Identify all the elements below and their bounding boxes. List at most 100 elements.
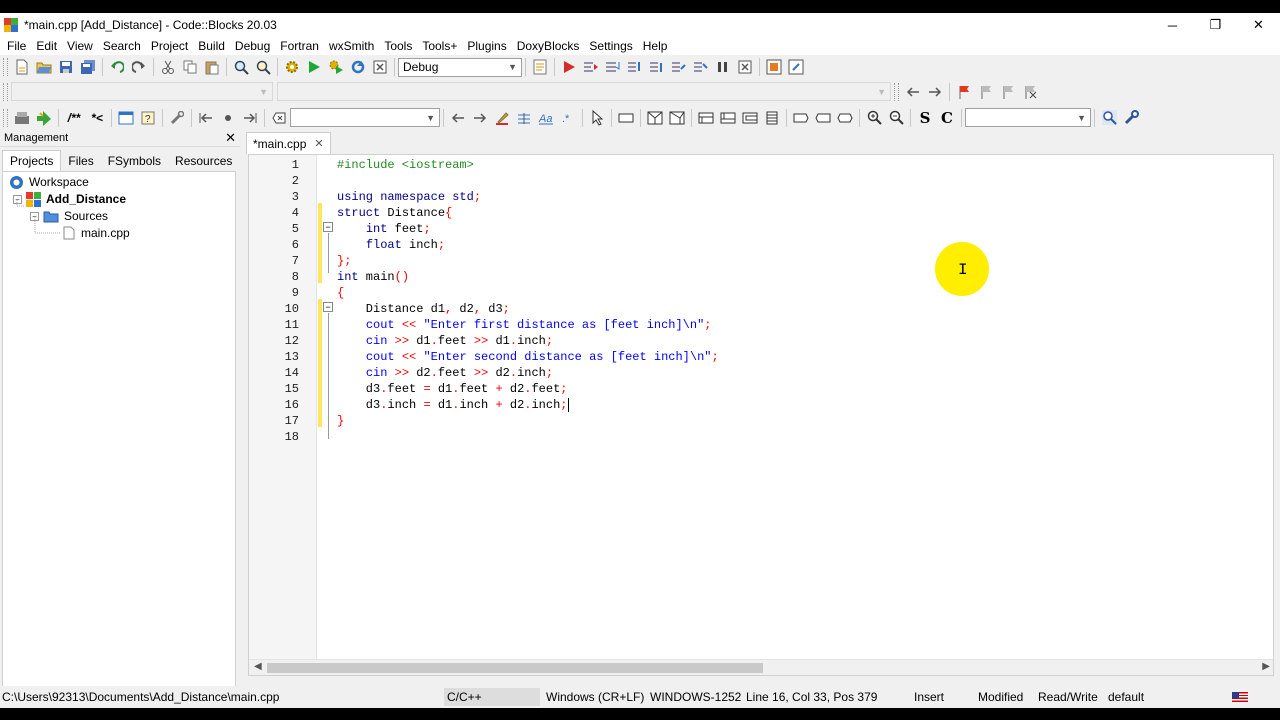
code-line[interactable]: 13 cout << "Enter second distance as [fe… [249, 349, 1273, 365]
nassi-return-icon[interactable] [835, 108, 855, 128]
code-area[interactable]: 1 #include <iostream> 2 3 using namespace st… [249, 155, 1273, 661]
wrench-icon[interactable] [1121, 108, 1141, 128]
extract-documentation-icon[interactable] [34, 108, 54, 128]
clear-bookmarks-icon[interactable] [1020, 82, 1040, 102]
code-editor[interactable]: 1 #include <iostream> 2 3 using namespace st… [248, 154, 1274, 676]
scroll-right-icon[interactable]: ▶ [1262, 661, 1270, 672]
menu-fortran[interactable]: Fortran [275, 39, 324, 53]
code-line[interactable]: 1 #include <iostream> [249, 157, 1273, 173]
paste-icon[interactable] [202, 57, 222, 77]
menu-settings[interactable]: Settings [584, 39, 637, 53]
code-line[interactable]: 16 d3.inch = d1.inch + d2.inch; [249, 397, 1273, 413]
toggle-source-button[interactable]: S [915, 108, 935, 128]
tab-files[interactable]: Files [61, 151, 100, 171]
run-html-icon[interactable] [116, 108, 136, 128]
next-instruction-icon[interactable] [669, 57, 689, 77]
zoom-out-icon[interactable] [886, 108, 906, 128]
symbol-search-input[interactable]: ▼ [965, 108, 1091, 127]
previous-bookmark-icon[interactable] [976, 82, 996, 102]
code-line[interactable]: 7}; [249, 253, 1273, 269]
toggle-comment-button[interactable]: C [937, 108, 957, 128]
close-button[interactable]: ✕ [1237, 13, 1280, 37]
code-line[interactable]: 9{ [249, 285, 1273, 301]
nassi-continue-icon[interactable] [813, 108, 833, 128]
toolbar-grip[interactable] [894, 82, 899, 101]
find-icon[interactable] [231, 57, 251, 77]
search-next-icon[interactable] [470, 108, 490, 128]
code-line[interactable]: 12 cin >> d1.feet >> d1.inch; [249, 333, 1273, 349]
nassi-switch-icon[interactable] [667, 108, 687, 128]
debug-start-icon[interactable] [559, 57, 579, 77]
various-info-icon[interactable] [786, 57, 806, 77]
run-icon[interactable] [304, 57, 324, 77]
search-symbol-icon[interactable] [1099, 108, 1119, 128]
scope-select[interactable]: ▼ [11, 82, 273, 101]
jump-back-icon[interactable] [903, 82, 923, 102]
open-folder-icon[interactable] [34, 57, 54, 77]
code-line[interactable]: 3 using namespace std; [249, 189, 1273, 205]
toolbar-grip[interactable] [3, 82, 8, 101]
match-case-icon[interactable]: Aa [536, 108, 556, 128]
highlight-icon[interactable] [492, 108, 512, 128]
code-line[interactable]: 11 cout << "Enter first distance as [fee… [249, 317, 1273, 333]
menu-tools-plus[interactable]: Tools+ [417, 39, 462, 53]
tab-resources[interactable]: Resources [168, 151, 239, 171]
step-out-icon[interactable] [647, 57, 667, 77]
run-chm-icon[interactable]: ? [138, 108, 158, 128]
menu-plugins[interactable]: Plugins [462, 39, 511, 53]
clear-search-icon[interactable] [269, 108, 289, 128]
nassi-instruction-icon[interactable] [616, 108, 636, 128]
menu-view[interactable]: View [62, 39, 98, 53]
menu-build[interactable]: Build [193, 39, 230, 53]
build-gear-icon[interactable] [282, 57, 302, 77]
code-line[interactable]: 8 int main() [249, 269, 1273, 285]
go-to-line-start-icon[interactable] [196, 108, 216, 128]
new-file-icon[interactable] [12, 57, 32, 77]
jump-forward-icon[interactable] [925, 82, 945, 102]
minimize-button[interactable]: ─ [1151, 13, 1194, 37]
fold-collapse-icon[interactable]: − [323, 302, 333, 312]
nassi-block-icon[interactable] [762, 108, 782, 128]
scrollbar-thumb[interactable] [267, 663, 763, 673]
nassi-while-icon[interactable] [696, 108, 716, 128]
close-icon[interactable]: ✕ [225, 130, 236, 146]
toolbar-grip[interactable] [3, 108, 8, 127]
step-into-instruction-icon[interactable] [691, 57, 711, 77]
nassi-dowhile-icon[interactable] [718, 108, 738, 128]
nassi-if-icon[interactable] [645, 108, 665, 128]
abort-icon[interactable] [370, 57, 390, 77]
code-line[interactable]: 5 int feet; [249, 221, 1273, 237]
menu-edit[interactable]: Edit [31, 39, 62, 53]
build-and-run-icon[interactable] [326, 57, 346, 77]
menu-doxyblocks[interactable]: DoxyBlocks [512, 39, 585, 53]
search-previous-icon[interactable] [448, 108, 468, 128]
cut-icon[interactable] [158, 57, 178, 77]
next-bookmark-icon[interactable] [998, 82, 1018, 102]
menu-wxsmith[interactable]: wxSmith [324, 39, 379, 53]
rebuild-icon[interactable] [348, 57, 368, 77]
nassi-break-icon[interactable] [791, 108, 811, 128]
horizontal-scrollbar[interactable]: ◀ ▶ [249, 659, 1273, 675]
menu-file[interactable]: File [2, 39, 31, 53]
block-comment-button[interactable]: /** [63, 108, 85, 128]
menu-debug[interactable]: Debug [230, 39, 275, 53]
fold-collapse-icon[interactable]: − [323, 222, 333, 232]
pause-icon[interactable] [713, 57, 733, 77]
code-line[interactable]: 14 cin >> d2.feet >> d2.inch; [249, 365, 1273, 381]
undo-icon[interactable] [107, 57, 127, 77]
toggle-bookmark-icon[interactable] [954, 82, 974, 102]
selected-text-only-icon[interactable] [514, 108, 534, 128]
menu-help[interactable]: Help [638, 39, 673, 53]
zoom-in-icon[interactable] [864, 108, 884, 128]
redo-icon[interactable] [129, 57, 149, 77]
next-line-icon[interactable] [603, 57, 623, 77]
step-into-icon[interactable] [625, 57, 645, 77]
code-line[interactable]: 17} [249, 413, 1273, 429]
doxywizard-icon[interactable] [12, 108, 32, 128]
menu-project[interactable]: Project [146, 39, 193, 53]
code-line[interactable]: 15 d3.feet = d1.feet + d2.feet; [249, 381, 1273, 397]
regex-icon[interactable]: .* [558, 108, 578, 128]
show-select-target-icon[interactable] [530, 57, 550, 77]
menu-tools[interactable]: Tools [379, 39, 417, 53]
nassi-for-icon[interactable] [740, 108, 760, 128]
